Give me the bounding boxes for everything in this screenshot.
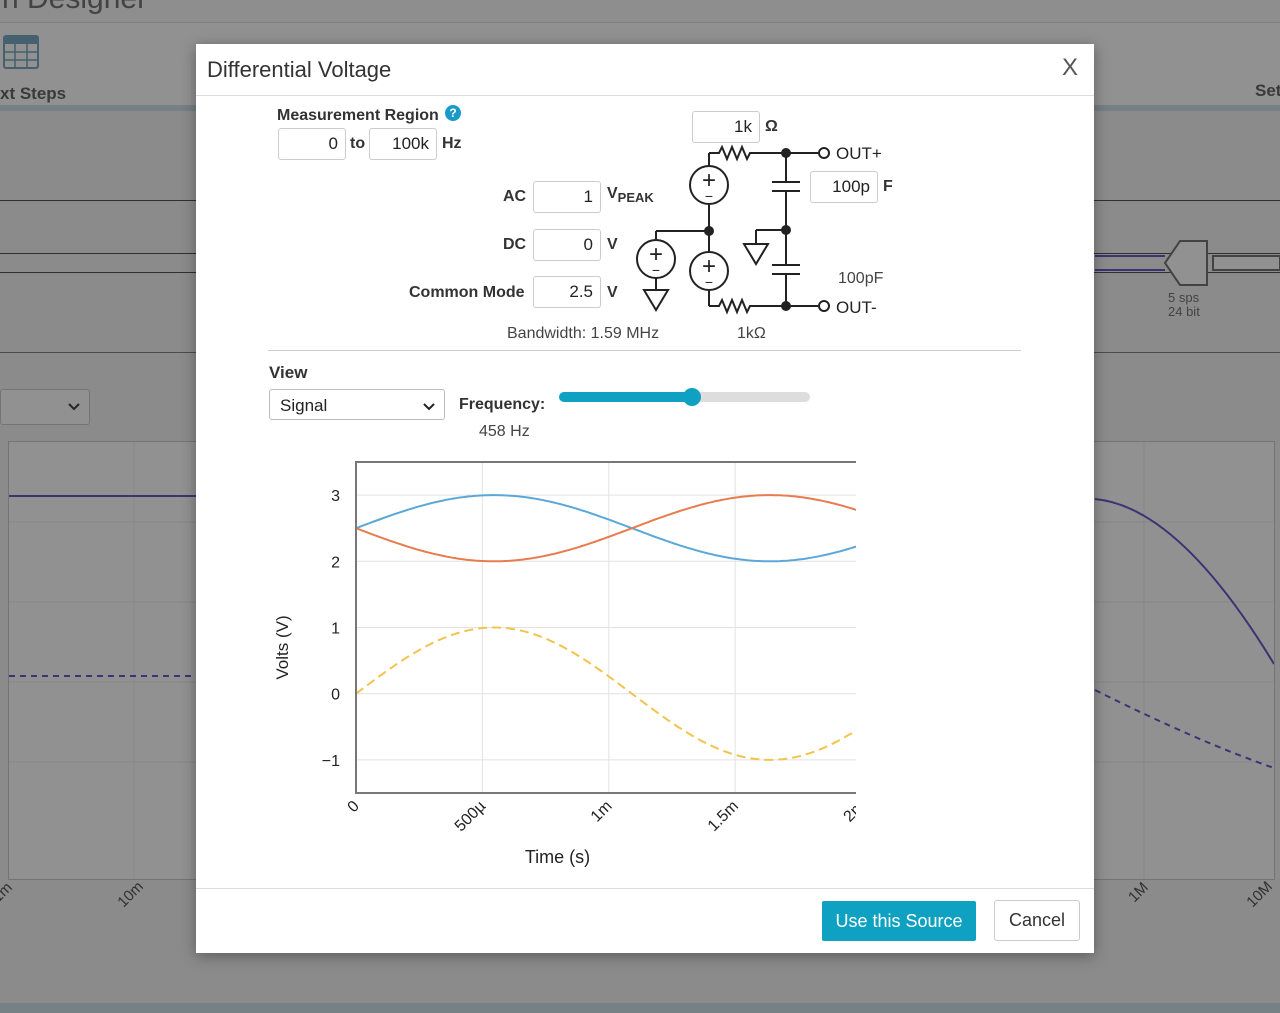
chevron-down-icon	[422, 399, 436, 417]
capacitor-input[interactable]	[810, 171, 878, 203]
signal-chart: −1 0 1 2 3 0 500µ 1m 1.5m 2m Time (s) Volts (V)	[273, 461, 856, 867]
out-minus-label: OUT-	[836, 298, 877, 317]
x-tick-label: 2m	[841, 798, 856, 826]
view-label: View	[269, 363, 308, 382]
y-tick-label: 1	[331, 621, 340, 638]
dialog-title: Differential Voltage	[207, 57, 392, 82]
frequency-slider[interactable]	[559, 388, 810, 406]
svg-text:−: −	[652, 262, 660, 278]
common-mode-unit: V	[607, 284, 618, 301]
y-tick-label: −1	[322, 753, 340, 770]
use-this-source-button[interactable]: Use this Source	[822, 901, 976, 941]
ac-input[interactable]	[533, 181, 601, 213]
x-tick-label: 0	[345, 798, 363, 816]
hz-unit-label: Hz	[442, 135, 462, 152]
ac-label: AC	[503, 188, 527, 205]
measurement-from-input[interactable]	[278, 128, 346, 160]
view-select[interactable]: Signal	[269, 389, 445, 420]
section-divider	[268, 350, 1021, 351]
frequency-slider-fill	[559, 392, 693, 402]
cap-bottom-label: 100pF	[838, 270, 884, 287]
y-tick-label: 2	[331, 554, 340, 571]
common-mode-input[interactable]	[533, 276, 601, 308]
x-tick-label: 500µ	[452, 798, 489, 835]
measurement-region-label: Measurement Region	[277, 107, 439, 124]
out-plus-label: OUT+	[836, 144, 882, 163]
svg-text:−: −	[705, 188, 713, 204]
dc-unit: V	[607, 236, 618, 253]
resistor-bottom-label: 1kΩ	[737, 325, 766, 342]
frequency-label: Frequency:	[459, 396, 546, 413]
x-tick-label: 1m	[588, 798, 616, 826]
differential-voltage-dialog: Differential Voltage X Measurement Regio…	[196, 44, 1094, 953]
y-tick-label: 0	[331, 687, 340, 704]
dc-input[interactable]	[533, 229, 601, 261]
question-circle-icon[interactable]: ?	[445, 105, 461, 121]
svg-text:−: −	[705, 274, 713, 290]
y-axis-label: Volts (V)	[273, 615, 292, 679]
common-mode-label: Common Mode	[409, 284, 525, 301]
ohm-unit: Ω	[765, 118, 778, 135]
dialog-header: Differential Voltage X	[196, 44, 1094, 96]
x-axis-label: Time (s)	[525, 847, 590, 867]
x-tick-label: 1.5m	[705, 798, 742, 835]
frequency-value: 458 Hz	[479, 423, 530, 440]
frequency-slider-thumb[interactable]	[683, 388, 702, 406]
farad-unit: F	[883, 178, 893, 195]
dc-label: DC	[503, 236, 527, 253]
measurement-to-input[interactable]	[369, 128, 437, 160]
dialog-footer-divider	[196, 888, 1094, 889]
cancel-button[interactable]: Cancel	[994, 900, 1080, 941]
to-label: to	[350, 135, 366, 152]
resistor-input[interactable]	[692, 111, 760, 143]
view-select-value: Signal	[280, 396, 328, 415]
y-tick-label: 3	[331, 488, 340, 505]
close-button[interactable]: X	[1062, 54, 1078, 82]
